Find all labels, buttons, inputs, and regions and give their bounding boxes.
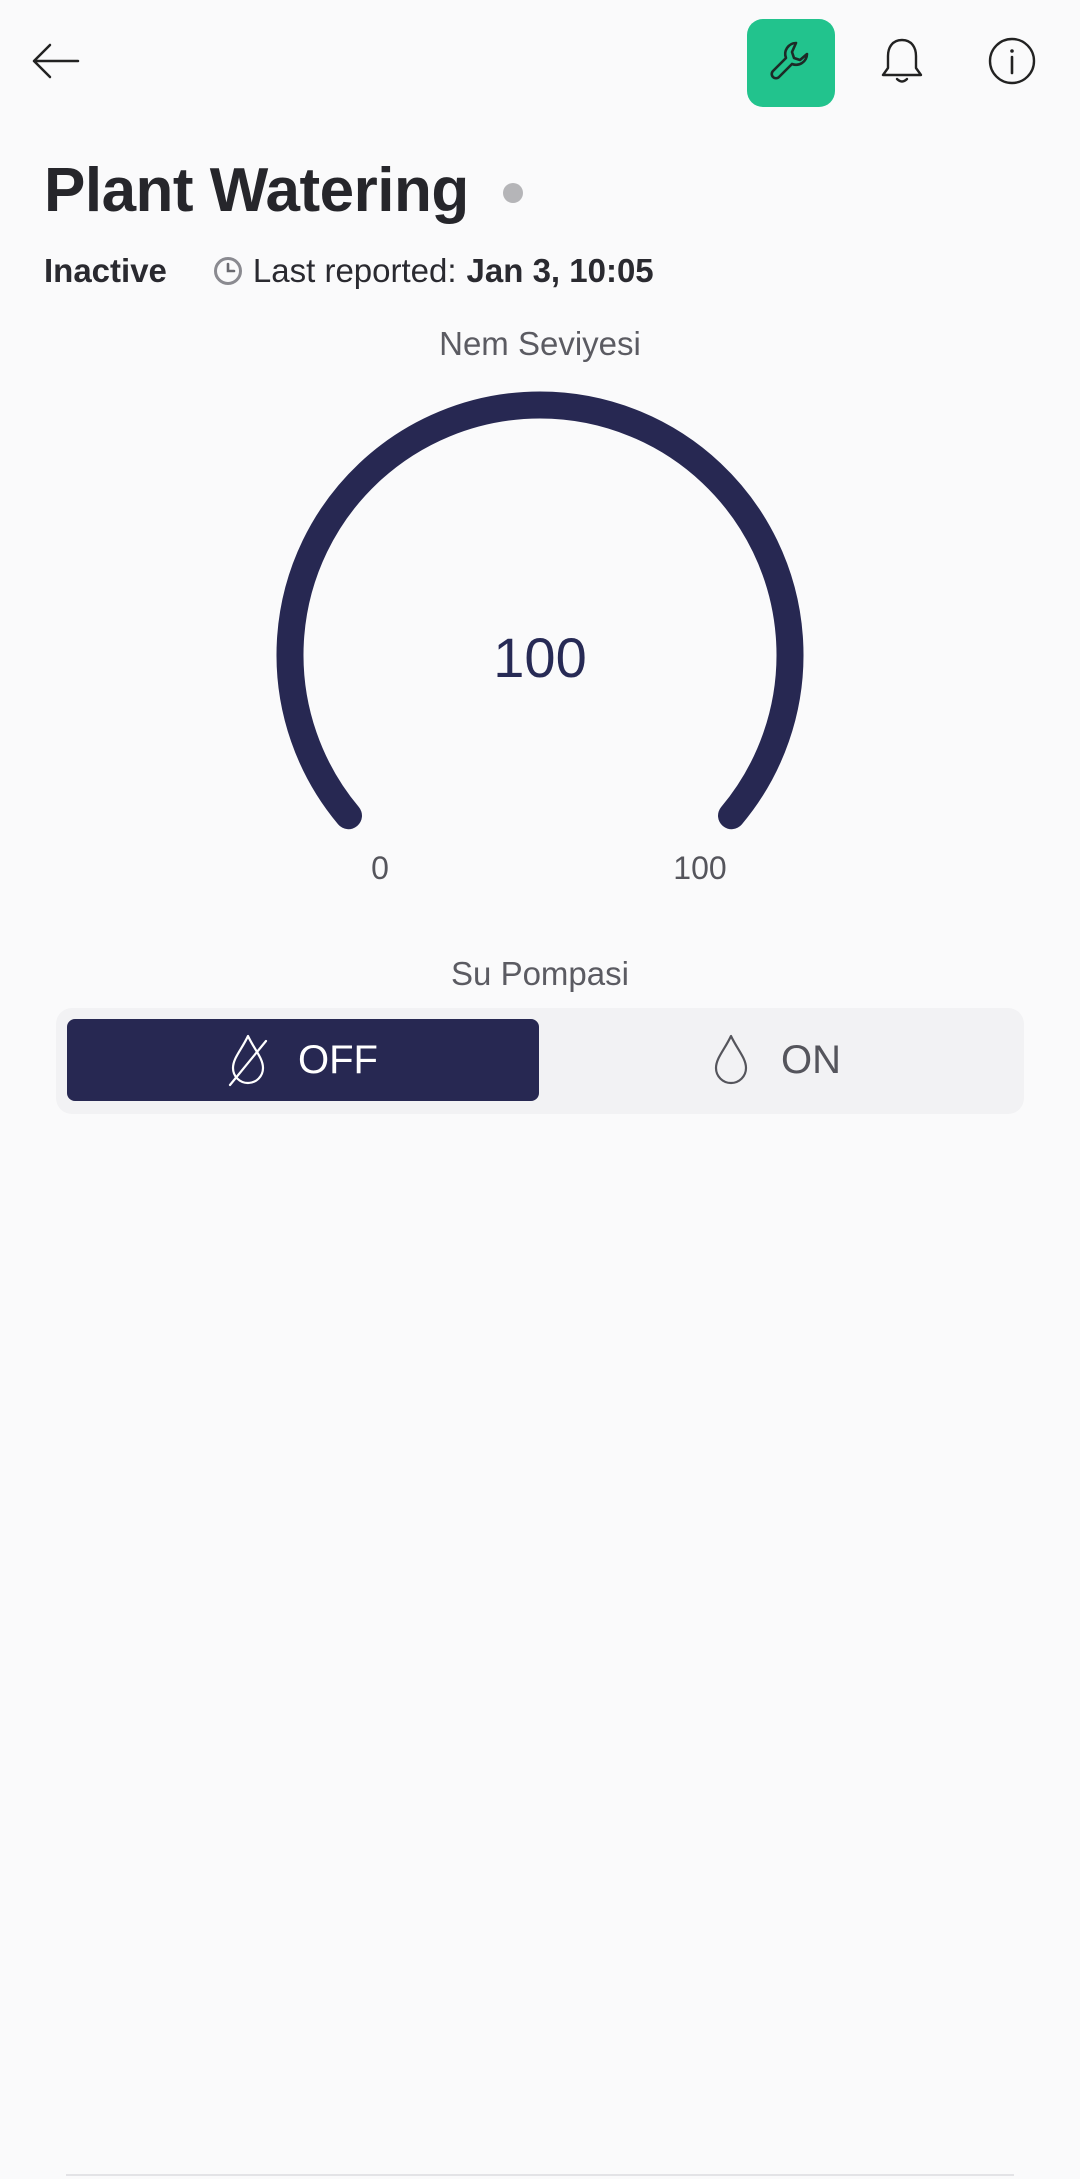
back-button[interactable]: [30, 30, 110, 96]
bottom-divider: [66, 2174, 1014, 2176]
notifications-button[interactable]: [870, 30, 934, 96]
gauge-arc: [276, 391, 804, 830]
pump-switch[interactable]: OFF ON: [56, 1008, 1024, 1114]
clock-icon: [213, 256, 243, 286]
pump-on-label: ON: [781, 1037, 841, 1082]
humidity-gauge: [276, 391, 804, 830]
pump-off-button[interactable]: OFF: [67, 1019, 539, 1101]
gauge-value: 100: [493, 626, 587, 689]
pump-on-button[interactable]: ON: [539, 1019, 1013, 1101]
last-reported-label: Last reported:: [252, 252, 457, 289]
info-icon: [987, 36, 1037, 91]
title-row: Plant Watering: [44, 150, 523, 230]
wrench-icon: [766, 36, 816, 91]
pump-title: Su Pompasi: [451, 955, 629, 992]
status-row: Inactive Last reported: Jan 3, 10:05: [44, 248, 654, 294]
top-bar: [0, 0, 1080, 125]
last-reported-value: Jan 3, 10:05: [466, 252, 654, 289]
gauge-min-label: 0: [371, 850, 389, 886]
status-dot: [502, 183, 523, 203]
info-button[interactable]: [980, 30, 1044, 96]
page-title: Plant Watering: [44, 155, 469, 225]
gauge-title: Nem Seviyesi: [439, 325, 641, 362]
drop-off-icon: [228, 1033, 268, 1087]
device-status: Inactive: [44, 252, 167, 289]
bell-icon: [879, 36, 925, 91]
gauge-max-label: 100: [673, 850, 727, 886]
wrench-button[interactable]: [747, 19, 835, 107]
pump-off-label: OFF: [298, 1037, 378, 1082]
arrow-left-icon: [30, 41, 80, 86]
drop-icon: [711, 1033, 751, 1087]
